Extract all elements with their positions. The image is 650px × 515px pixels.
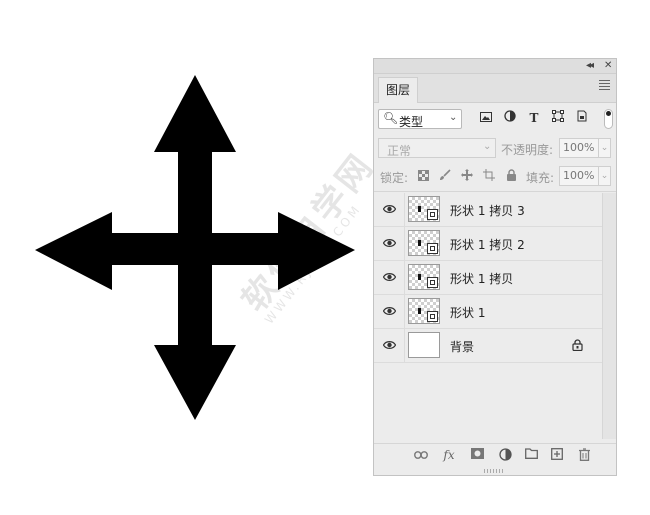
lock-row: 锁定: 填充: 100% ⌄ bbox=[374, 165, 616, 192]
chevron-down-icon: ⌄ bbox=[483, 141, 492, 152]
layer-lock-icon[interactable] bbox=[572, 339, 583, 351]
arrow-left bbox=[35, 212, 195, 290]
lock-label: 锁定: bbox=[380, 171, 409, 185]
layer-name[interactable]: 形状 1 拷贝 bbox=[450, 270, 513, 287]
lock-position-icon[interactable] bbox=[460, 169, 474, 185]
layer-row[interactable]: 形状 1 拷贝 bbox=[374, 261, 602, 295]
layer-thumbnail[interactable] bbox=[408, 196, 440, 222]
shape-mark bbox=[418, 206, 421, 212]
opacity-field[interactable]: 100% bbox=[559, 138, 599, 158]
panel-titlebar: ◂◂ ✕ bbox=[374, 59, 616, 74]
layer-row[interactable]: 形状 1 拷贝 2 bbox=[374, 227, 602, 261]
tab-layers[interactable]: 图层 bbox=[378, 77, 418, 103]
shape-filter-icon[interactable] bbox=[550, 110, 566, 126]
visibility-eye-icon[interactable] bbox=[383, 272, 396, 282]
type-filter-icon[interactable]: T bbox=[526, 110, 542, 126]
four-way-arrow-shape bbox=[35, 75, 355, 420]
lock-all-icon[interactable] bbox=[504, 169, 518, 185]
trash-icon[interactable] bbox=[577, 448, 591, 462]
arrow-up bbox=[154, 75, 236, 233]
link-icon[interactable] bbox=[414, 448, 428, 462]
panel-bottom-toolbar: fx bbox=[374, 443, 616, 468]
row-divider bbox=[404, 329, 405, 363]
fx-icon[interactable]: fx bbox=[442, 448, 456, 462]
new-layer-icon[interactable] bbox=[550, 448, 564, 462]
filter-toggle-switch[interactable] bbox=[604, 109, 613, 129]
document-canvas[interactable]: 软件自学网 WWW.RJZXW.COM bbox=[0, 0, 383, 515]
arrow-right bbox=[195, 212, 355, 290]
layer-row[interactable]: 形状 1 bbox=[374, 295, 602, 329]
row-divider bbox=[404, 193, 405, 227]
chevron-down-icon: ⌄ bbox=[449, 112, 458, 123]
layer-row[interactable]: 形状 1 拷贝 3 bbox=[374, 193, 602, 227]
smart-object-filter-icon[interactable] bbox=[574, 110, 590, 126]
layer-thumbnail[interactable] bbox=[408, 298, 440, 324]
row-divider bbox=[404, 295, 405, 329]
row-divider bbox=[404, 227, 405, 261]
layer-row[interactable]: 背景 bbox=[374, 329, 602, 363]
layer-thumbnail[interactable] bbox=[408, 264, 440, 290]
fill-field[interactable]: 100% bbox=[559, 166, 599, 186]
blend-mode-value: 正常 bbox=[387, 144, 412, 158]
lock-artboard-icon[interactable] bbox=[482, 169, 496, 185]
layer-thumbnail[interactable] bbox=[408, 230, 440, 256]
vector-mask-badge-icon bbox=[427, 311, 438, 322]
close-panel-button[interactable]: ✕ bbox=[604, 59, 612, 73]
layer-name[interactable]: 形状 1 bbox=[450, 304, 485, 321]
lock-image-pixels-icon[interactable] bbox=[438, 169, 452, 185]
panel-menu-icon[interactable] bbox=[599, 80, 610, 92]
search-icon: 🔍︎ bbox=[383, 111, 399, 125]
filter-kind-label: 类型 bbox=[399, 115, 424, 129]
vector-mask-badge-icon bbox=[427, 243, 438, 254]
visibility-eye-icon[interactable] bbox=[383, 204, 396, 214]
fill-label: 填充: bbox=[526, 171, 555, 185]
panel-tabbar: 图层 bbox=[374, 74, 616, 103]
layers-panel: ◂◂ ✕ 图层 🔍︎ 类型 ⌄ T 正常 ⌄ 不透明度: 100% ⌄ 锁定: … bbox=[373, 58, 617, 476]
visibility-eye-icon[interactable] bbox=[383, 306, 396, 316]
row-divider bbox=[404, 261, 405, 295]
filter-row: 🔍︎ 类型 ⌄ T bbox=[374, 107, 616, 135]
resize-grip[interactable] bbox=[484, 469, 504, 473]
shape-mark bbox=[418, 274, 421, 280]
lock-transparent-pixels-icon[interactable] bbox=[416, 169, 430, 185]
opacity-chevron-icon[interactable]: ⌄ bbox=[599, 138, 611, 158]
collapse-panel-button[interactable]: ◂◂ bbox=[586, 59, 594, 73]
layers-list: 形状 1 拷贝 3 形状 1 拷贝 2 形状 1 拷贝 形状 1 背景 bbox=[374, 193, 602, 439]
visibility-eye-icon[interactable] bbox=[383, 340, 396, 350]
layer-thumbnail[interactable] bbox=[408, 332, 440, 358]
opacity-label: 不透明度: bbox=[501, 143, 554, 157]
adjustment-filter-icon[interactable] bbox=[502, 110, 518, 126]
visibility-eye-icon[interactable] bbox=[383, 238, 396, 248]
layers-scrollbar[interactable] bbox=[602, 193, 616, 439]
pixel-filter-icon[interactable] bbox=[478, 110, 494, 126]
arrow-down bbox=[154, 265, 236, 420]
layer-name[interactable]: 形状 1 拷贝 2 bbox=[450, 236, 525, 253]
blend-row: 正常 ⌄ 不透明度: 100% ⌄ bbox=[374, 137, 616, 163]
folder-icon[interactable] bbox=[524, 448, 538, 462]
mask-icon[interactable] bbox=[470, 448, 484, 462]
blend-mode-select[interactable]: 正常 ⌄ bbox=[378, 138, 496, 158]
layer-name[interactable]: 背景 bbox=[450, 338, 474, 355]
shape-mark bbox=[418, 240, 421, 246]
vector-mask-badge-icon bbox=[427, 277, 438, 288]
adjustment-icon[interactable] bbox=[498, 448, 512, 462]
layer-name[interactable]: 形状 1 拷贝 3 bbox=[450, 202, 525, 219]
filter-kind-select[interactable]: 🔍︎ 类型 ⌄ bbox=[378, 109, 462, 129]
shape-mark bbox=[418, 308, 421, 314]
vector-mask-badge-icon bbox=[427, 209, 438, 220]
fill-chevron-icon[interactable]: ⌄ bbox=[599, 166, 611, 186]
